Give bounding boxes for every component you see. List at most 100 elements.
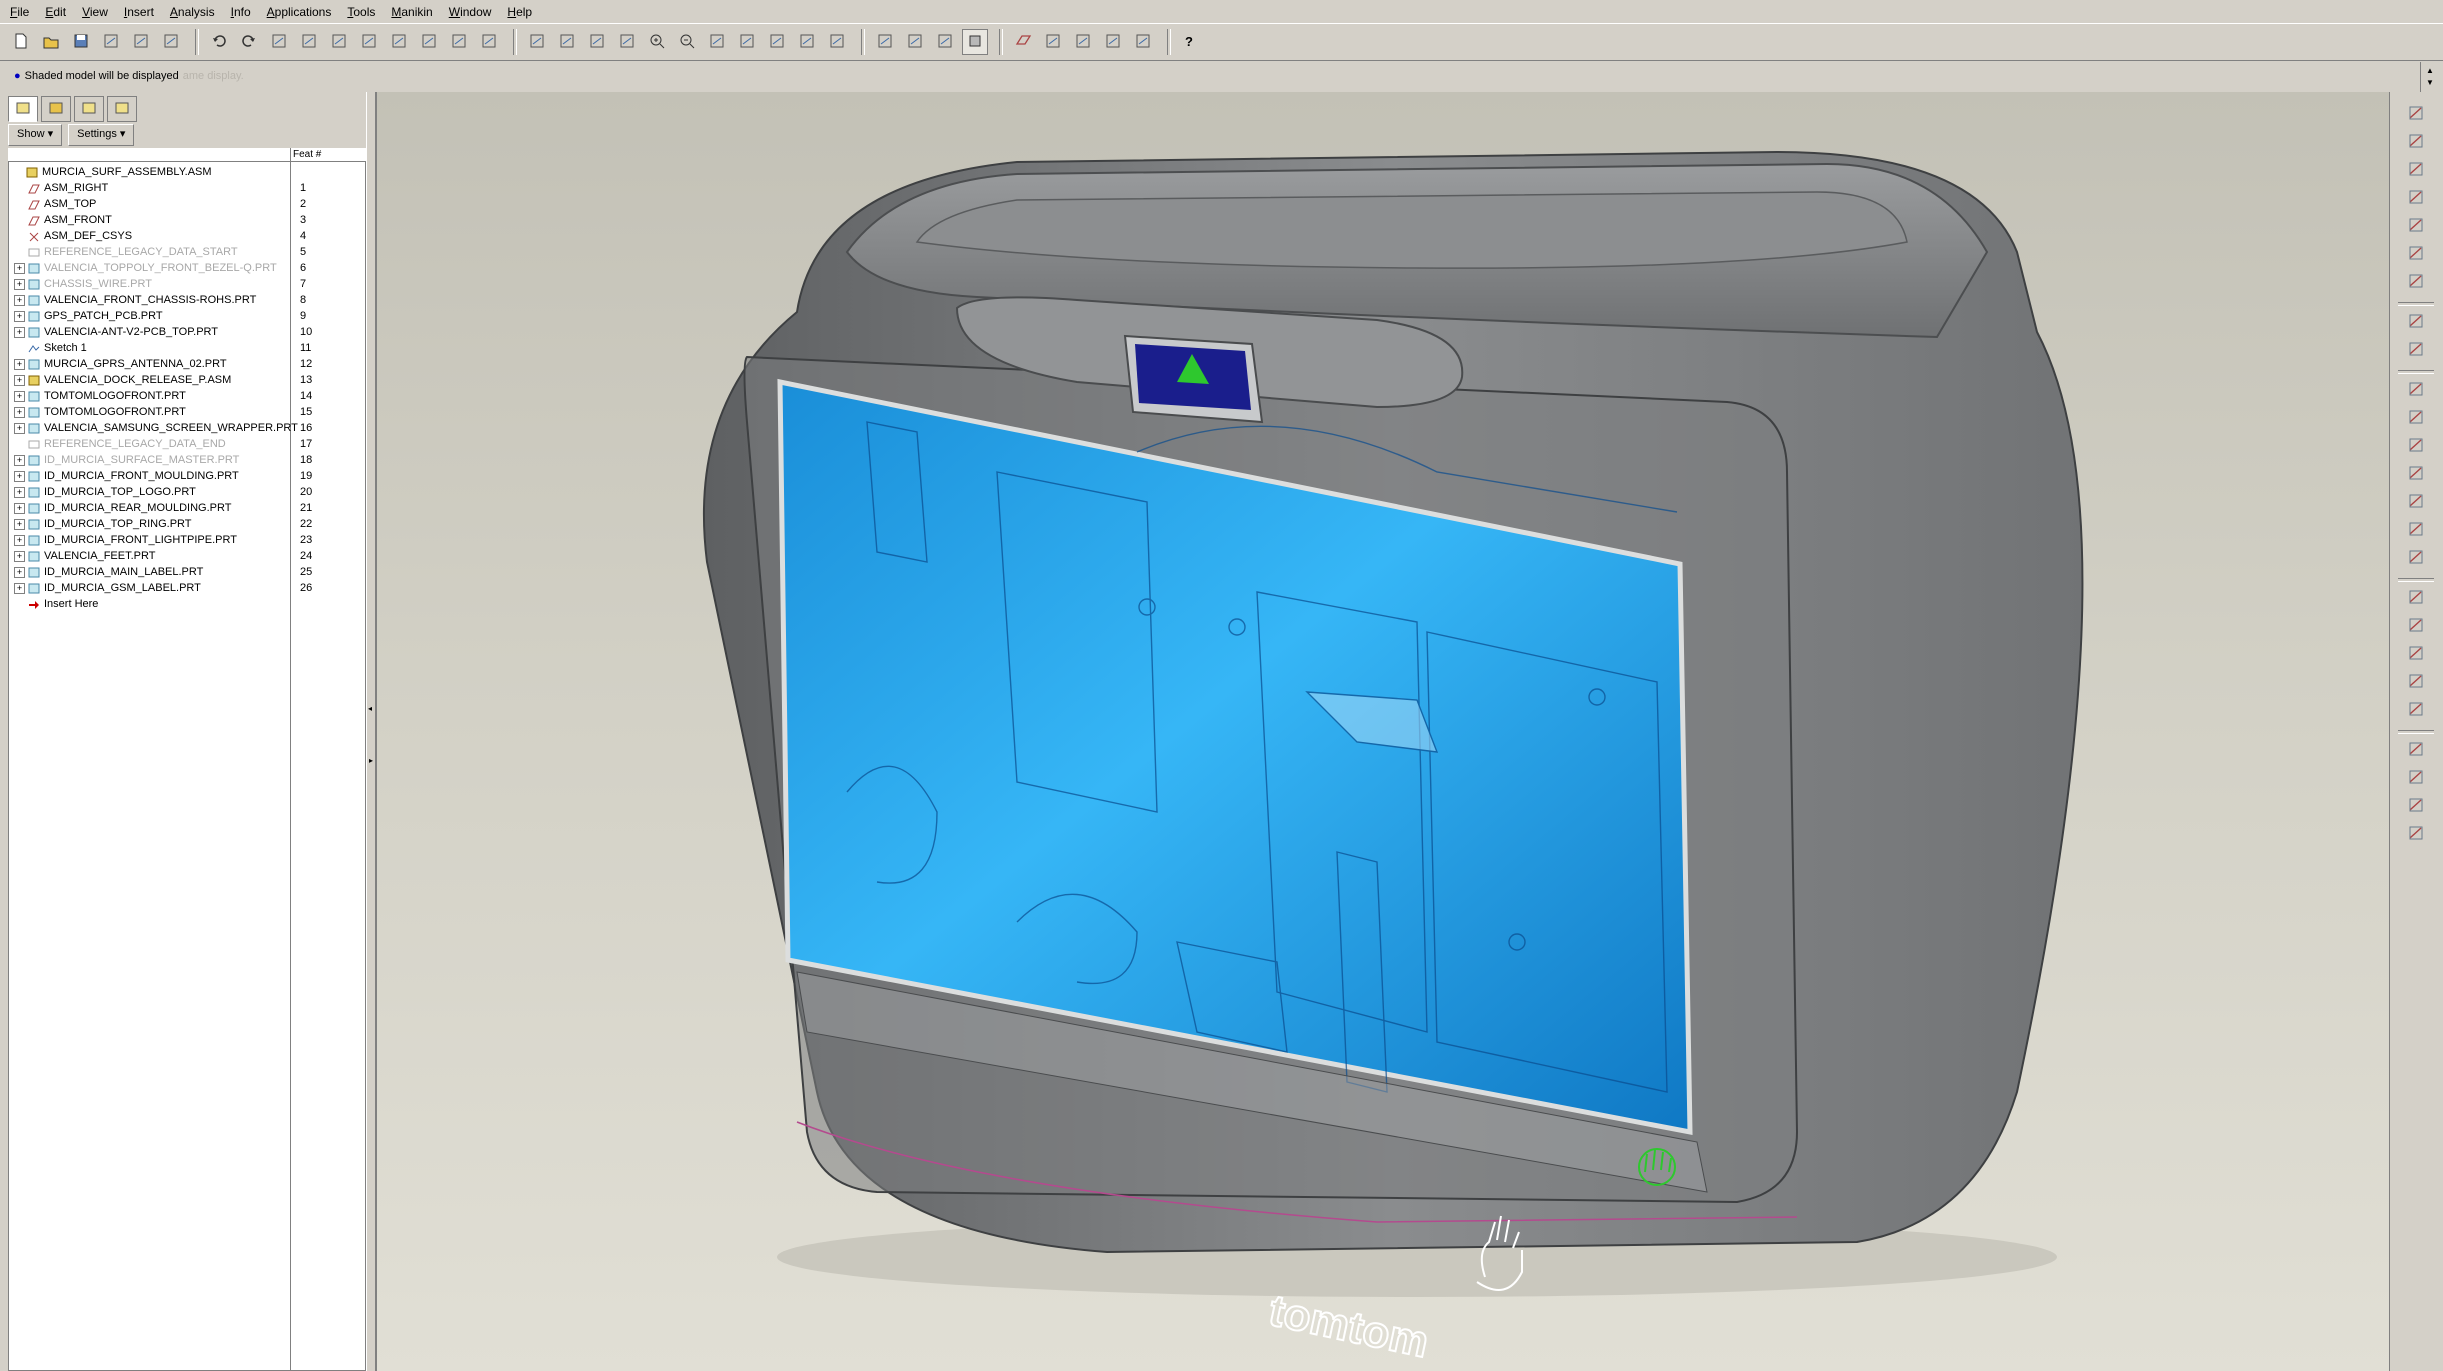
regen-manager-button[interactable] [416,29,442,55]
message-scrollbar[interactable]: ▲ ▼ [2420,62,2443,92]
menu-help[interactable]: Help [507,5,532,19]
expand-toggle-icon[interactable]: + [14,566,25,578]
print-preview-button[interactable] [128,29,154,55]
tree-item[interactable]: + ID_MURCIA_SURFACE_MASTER.PRT [14,452,239,468]
copy-button[interactable] [296,29,322,55]
repaint-button[interactable] [524,29,550,55]
expand-toggle-icon[interactable]: + [14,550,25,562]
boundary-blend-button[interactable] [2404,338,2428,362]
tree-item[interactable]: + ID_MURCIA_REAR_MOULDING.PRT [14,500,231,516]
paste-button[interactable] [326,29,352,55]
no-hidden-button[interactable] [932,29,958,55]
extrude-button[interactable] [2404,378,2428,402]
menu-file[interactable]: File [10,5,29,19]
revolve-button[interactable] [2404,406,2428,430]
draft-button[interactable] [2404,614,2428,638]
favorites-tab[interactable] [74,96,104,122]
email-button[interactable] [158,29,184,55]
open-file-button[interactable] [38,29,64,55]
rib-button[interactable] [2404,670,2428,694]
find-button[interactable] [446,29,472,55]
variable-sweep-button[interactable] [2404,434,2428,458]
round-button[interactable] [2404,586,2428,610]
csys-button[interactable] [1100,29,1126,55]
pattern-button[interactable] [2404,822,2428,846]
fill-button[interactable] [2404,490,2428,514]
tree-item[interactable]: + VALENCIA_FRONT_CHASSIS-ROHS.PRT [14,292,256,308]
mirror-button[interactable] [2404,738,2428,762]
menu-edit[interactable]: Edit [45,5,66,19]
zoom-out-button[interactable] [674,29,700,55]
menu-view[interactable]: View [82,5,108,19]
expand-toggle-icon[interactable]: + [14,294,25,306]
menu-window[interactable]: Window [449,5,492,19]
tree-item[interactable]: + ID_MURCIA_FRONT_LIGHTPIPE.PRT [14,532,237,548]
print-button[interactable] [98,29,124,55]
redo-button[interactable] [236,29,262,55]
datum-points-button[interactable] [1070,29,1096,55]
new-file-button[interactable] [8,29,34,55]
tree-item[interactable]: + CHASSIS_WIRE.PRT [14,276,152,292]
expand-toggle-icon[interactable]: + [14,502,25,514]
menu-applications[interactable]: Applications [267,5,332,19]
collapse-left-icon[interactable]: ◂ [368,704,372,713]
folder-browser-tab[interactable] [41,96,71,122]
expand-toggle-icon[interactable]: + [14,534,25,546]
sweep-button[interactable] [2404,518,2428,542]
tree-item[interactable]: REFERENCE_LEGACY_DATA_END [14,436,226,452]
menu-manikin[interactable]: Manikin [391,5,432,19]
undo-button[interactable] [206,29,232,55]
scroll-up-icon[interactable]: ▲ [2426,66,2434,75]
reorient-button[interactable] [734,29,760,55]
view-manager-button[interactable] [824,29,850,55]
shading-button[interactable] [962,29,988,55]
expand-toggle-icon[interactable]: + [14,582,25,594]
blend-button[interactable] [2404,462,2428,486]
model-tree-tab[interactable] [8,96,38,122]
expand-toggle-icon[interactable]: + [14,374,25,386]
datum-curve-sketch-button[interactable] [2404,102,2428,126]
tree-item[interactable]: MURCIA_SURF_ASSEMBLY.ASM [12,164,212,180]
tree-item[interactable]: + ID_MURCIA_TOP_LOGO.PRT [14,484,196,500]
tree-item[interactable]: + VALENCIA_TOPPOLY_FRONT_BEZEL-Q.PRT [14,260,277,276]
csys-create-button[interactable] [2404,242,2428,266]
regenerate-button[interactable] [386,29,412,55]
datum-axes-button[interactable] [1040,29,1066,55]
tree-item[interactable]: + TOMTOMLOGOFRONT.PRT [14,388,186,404]
paste-special-button[interactable] [356,29,382,55]
menu-insert[interactable]: Insert [124,5,154,19]
style-button[interactable] [2404,310,2428,334]
tree-item[interactable]: ASM_TOP [14,196,96,212]
layers-button[interactable] [794,29,820,55]
expand-toggle-icon[interactable]: + [14,390,25,402]
tree-item[interactable]: + VALENCIA-ANT-V2-PCB_TOP.PRT [14,324,218,340]
tree-item[interactable]: + ID_MURCIA_FRONT_MOULDING.PRT [14,468,239,484]
saved-views-button[interactable] [764,29,790,55]
tree-item[interactable]: + ID_MURCIA_TOP_RING.PRT [14,516,192,532]
menu-tools[interactable]: Tools [347,5,375,19]
tree-item[interactable]: REFERENCE_LEGACY_DATA_START [14,244,238,260]
expand-toggle-icon[interactable]: + [14,454,25,466]
panel-splitter[interactable]: ◂ ▸ [366,92,376,1371]
expand-toggle-icon[interactable]: + [14,262,25,274]
tree-item[interactable]: Sketch 1 [14,340,87,356]
tree-item[interactable]: + VALENCIA_DOCK_RELEASE_P.ASM [14,372,231,388]
datum-point-button[interactable] [2404,214,2428,238]
feat-column-header[interactable]: Feat # [293,149,321,160]
tree-item[interactable]: + TOMTOMLOGOFRONT.PRT [14,404,186,420]
tree-item[interactable]: Insert Here [14,596,98,612]
settings-menu-button[interactable]: Settings ▾ [68,124,135,146]
expand-toggle-icon[interactable]: + [14,358,25,370]
tree-item[interactable]: + VALENCIA_SAMSUNG_SCREEN_WRAPPER.PRT [14,420,298,436]
datum-plane-button[interactable] [2404,130,2428,154]
expand-toggle-icon[interactable]: + [14,470,25,482]
tree-item[interactable]: + ID_MURCIA_MAIN_LABEL.PRT [14,564,203,580]
datum-curve-button[interactable] [2404,186,2428,210]
tree-item[interactable]: + MURCIA_GPRS_ANTENNA_02.PRT [14,356,227,372]
trim-button[interactable] [2404,794,2428,818]
tree-item[interactable]: + ID_MURCIA_GSM_LABEL.PRT [14,580,201,596]
save-button[interactable] [68,29,94,55]
column-divider[interactable] [290,148,291,1371]
pan-button[interactable] [614,29,640,55]
zoom-in-button[interactable] [644,29,670,55]
